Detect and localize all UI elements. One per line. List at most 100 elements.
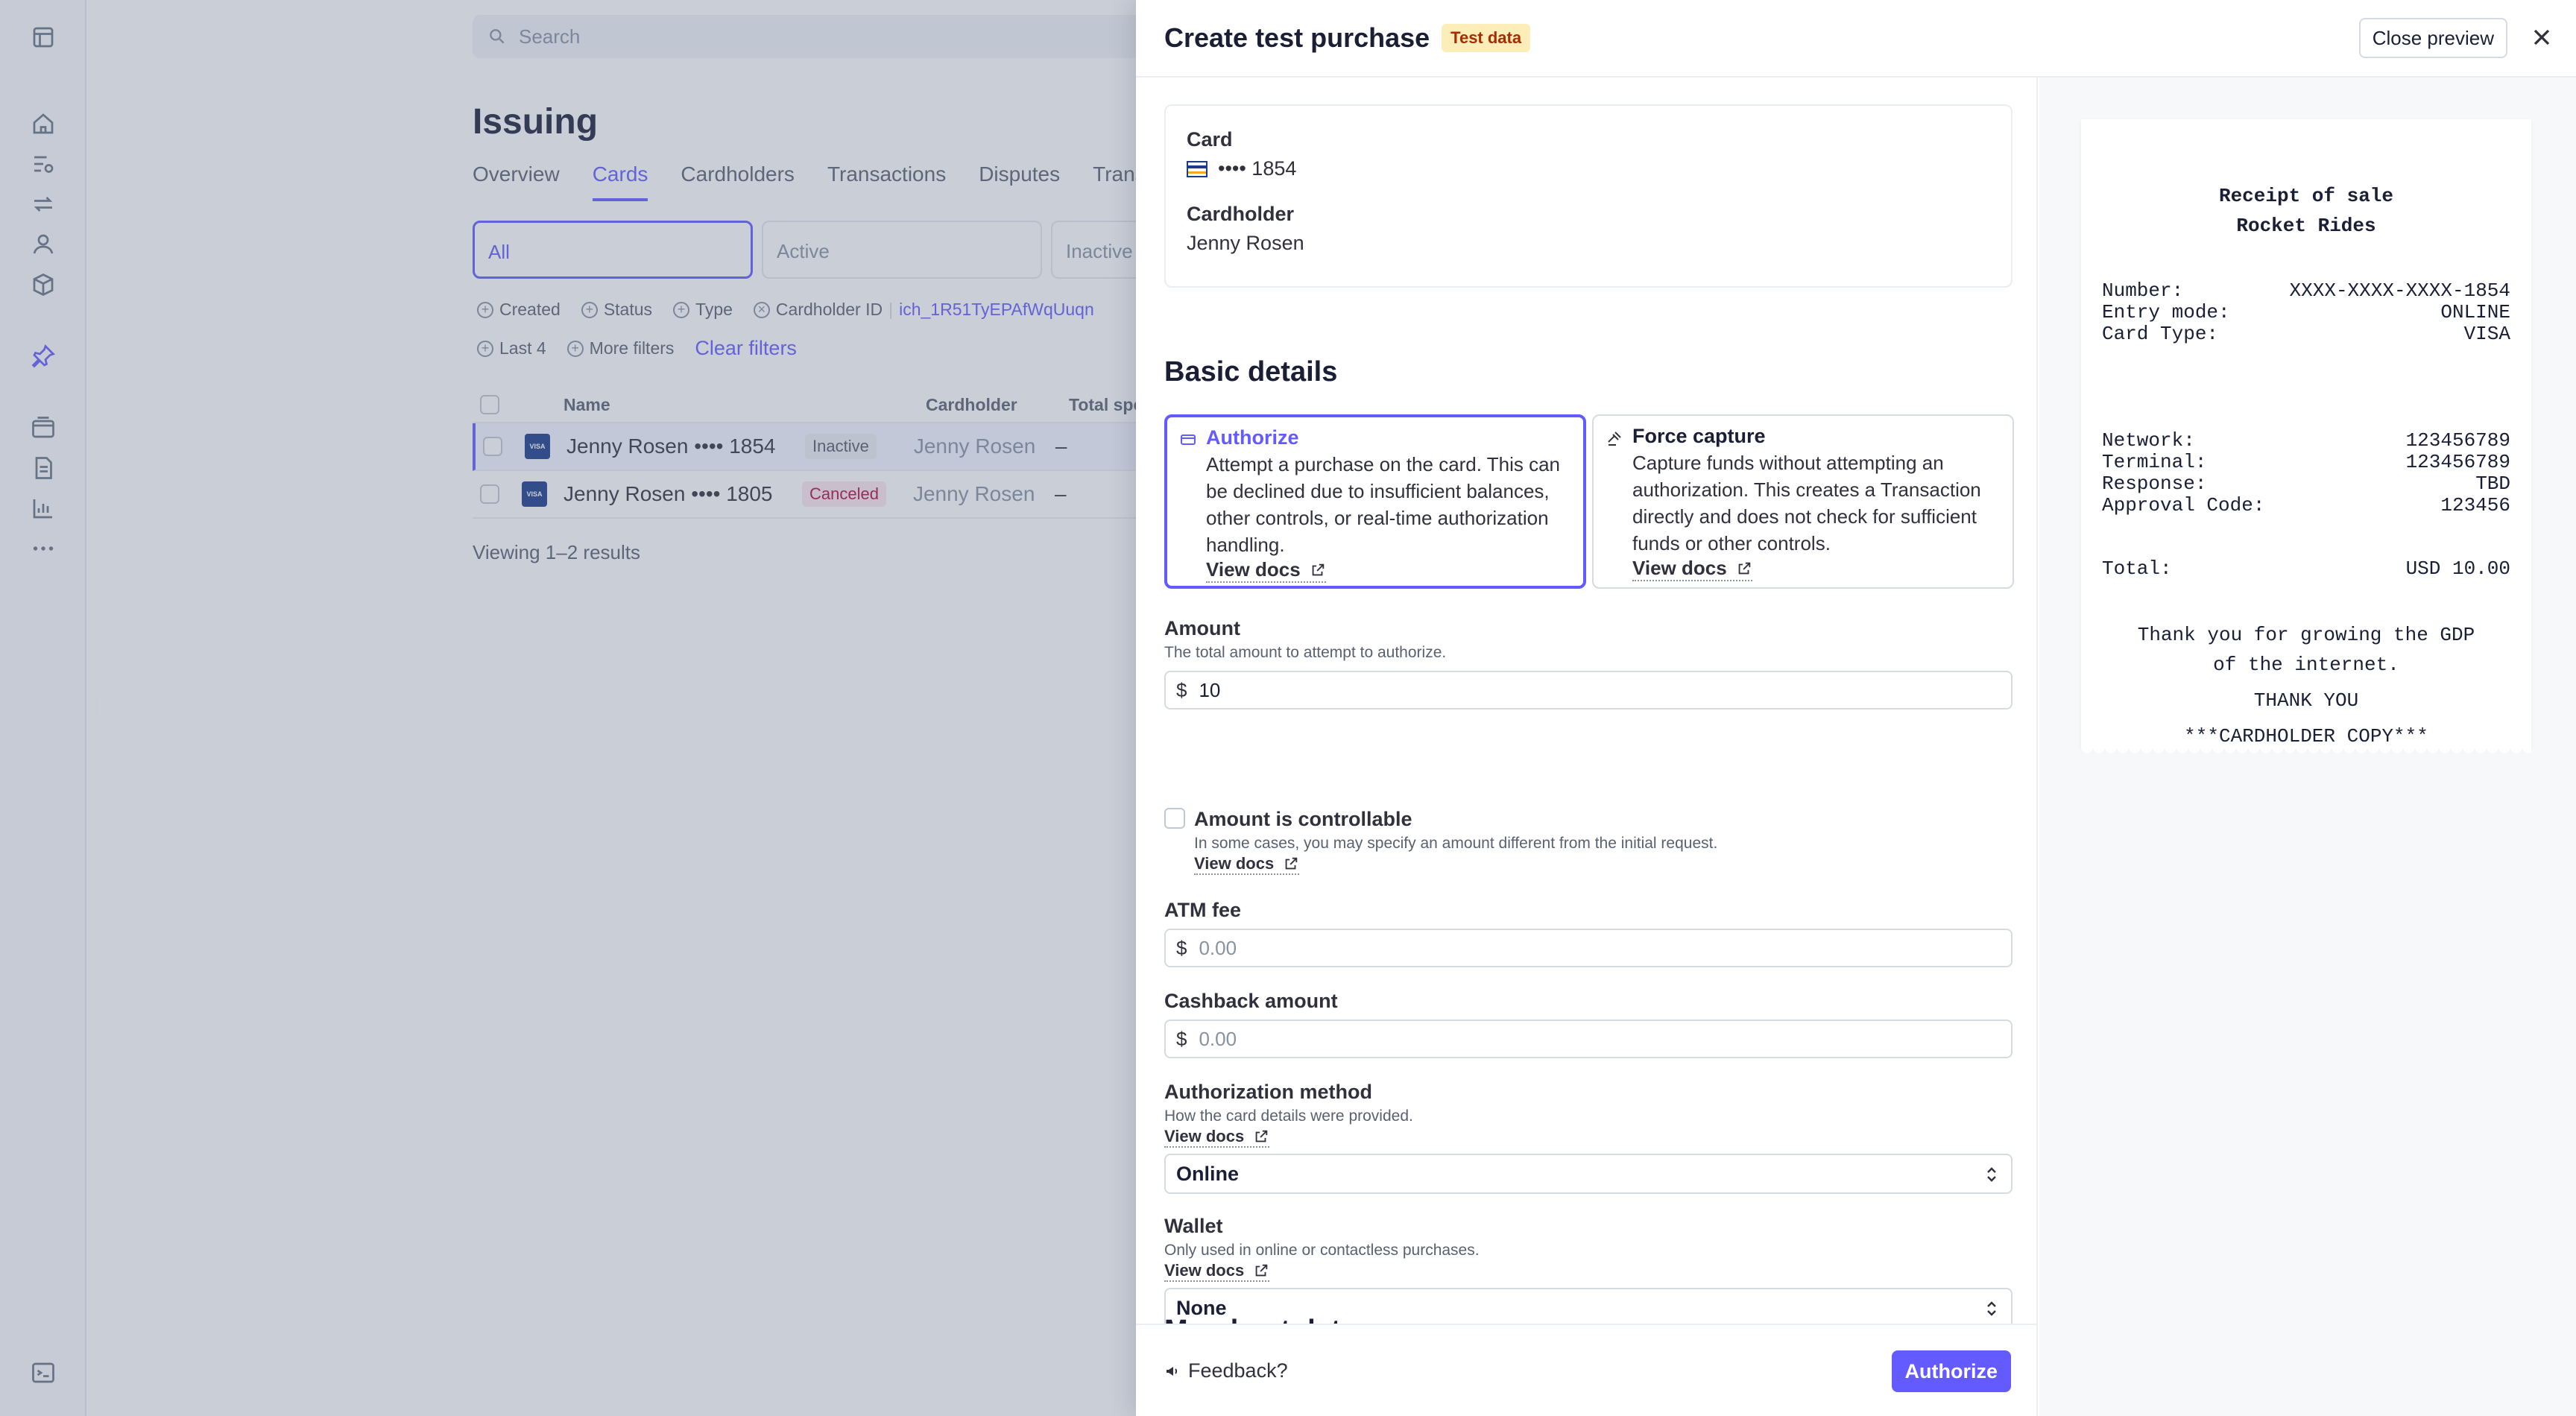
- receipt-card-section: Number: XXXX-XXXX-XXXX-1854 Entry mode: ON…: [2081, 280, 2531, 345]
- test-data-badge: Test data: [1442, 24, 1531, 52]
- receipt-row: Terminal: 123456789: [2081, 452, 2531, 473]
- receipt-value: XXXX-XXXX-XXXX-1854: [2289, 279, 2510, 302]
- link-label: View docs: [1206, 558, 1301, 581]
- feedback-label: Feedback?: [1188, 1359, 1288, 1382]
- cashback-label: Cashback amount: [1164, 990, 1338, 1012]
- receipt-key: Approval Code:: [2102, 494, 2265, 516]
- chevron-updown-icon: [1983, 1165, 2001, 1184]
- view-docs-link[interactable]: View docs: [1632, 557, 1752, 581]
- receipt-key: Response:: [2102, 472, 2207, 495]
- card-summary: Card •••• 1854 Cardholder Jenny Rosen: [1164, 104, 2012, 288]
- option-description: Attempt a purchase on the card. This can…: [1206, 453, 1561, 556]
- link-label: View docs: [1632, 557, 1727, 579]
- cardholder-label: Cardholder: [1187, 203, 1295, 225]
- auth-method-label: Authorization method: [1164, 1081, 1372, 1103]
- receipt-value: 123456: [2440, 494, 2510, 516]
- atm-fee-input[interactable]: [1199, 936, 2001, 960]
- receipt-value: 123456789: [2405, 429, 2510, 452]
- amount-controllable-checkbox[interactable]: [1164, 808, 1185, 829]
- receipt-thanks-line: Thank you for growing the GDP: [2137, 624, 2475, 646]
- card-label: Card: [1187, 128, 1233, 151]
- atm-fee-field[interactable]: $: [1164, 929, 2012, 967]
- receipt-row: Card Type: VISA: [2081, 323, 2531, 345]
- select-value: Online: [1176, 1162, 1240, 1185]
- receipt-total-row: Total: USD 10.00: [2081, 558, 2531, 580]
- amount-input[interactable]: [1199, 678, 2001, 702]
- receipt-merchant: Rocket Rides: [2236, 215, 2376, 237]
- amount-help: The total amount to attempt to authorize…: [1164, 644, 1447, 661]
- card-value: •••• 1854: [1218, 157, 1297, 180]
- drawer-title: Create test purchase: [1164, 22, 1430, 53]
- chevron-updown-icon: [1983, 1299, 2001, 1318]
- create-test-purchase-drawer: Create test purchase Test data Close pre…: [1136, 0, 2576, 1416]
- receipt-thanks-line: of the internet.: [2213, 654, 2399, 676]
- receipt-thank-you: THANK YOU: [2253, 689, 2359, 712]
- view-docs-link[interactable]: View docs: [1164, 1261, 1270, 1282]
- merchant-data-heading: Merchant data: [1164, 1315, 1357, 1324]
- view-docs-link[interactable]: View docs: [1206, 558, 1326, 583]
- receipt-value: VISA: [2463, 323, 2510, 345]
- receipt-row: Entry mode: ONLINE: [2081, 302, 2531, 323]
- receipt-key: Terminal:: [2102, 451, 2207, 473]
- basic-details-heading: Basic details: [1164, 356, 1338, 388]
- receipt-key: Number:: [2102, 279, 2184, 302]
- receipt-network-section: Network: 123456789 Terminal: 123456789 Res…: [2081, 430, 2531, 516]
- receipt-preview-pane: Receipt of sale Rocket Rides Number: XXXX…: [2039, 78, 2576, 1416]
- option-authorize[interactable]: Authorize Attempt a purchase on the card…: [1164, 414, 1586, 589]
- option-force-capture[interactable]: Force capture Capture funds without atte…: [1592, 414, 2014, 589]
- option-description: Capture funds without attempting an auth…: [1632, 452, 1981, 554]
- receipt-key: Total:: [2102, 557, 2172, 580]
- link-label: View docs: [1164, 1261, 1245, 1280]
- receipt-row: Network: 123456789: [2081, 430, 2531, 452]
- auth-method-help: How the card details were provided.: [1164, 1107, 1413, 1125]
- close-icon[interactable]: [2528, 24, 2555, 51]
- receipt-footer: Thank you for growing the GDP of the int…: [2081, 620, 2531, 751]
- modal-backdrop[interactable]: [0, 0, 1136, 1416]
- view-docs-link[interactable]: View docs: [1194, 854, 1300, 875]
- receipt-row: Response: TBD: [2081, 473, 2531, 495]
- drawer-header: Create test purchase Test data Close pre…: [1136, 0, 2576, 78]
- receipt-value: TBD: [2475, 472, 2510, 495]
- amount-controllable-label: Amount is controllable: [1194, 808, 1412, 830]
- receipt-key: Network:: [2102, 429, 2195, 452]
- authorize-button[interactable]: Authorize: [1891, 1350, 2011, 1392]
- feedback-link[interactable]: Feedback?: [1164, 1359, 1288, 1382]
- megaphone-icon: [1167, 1366, 1178, 1376]
- currency-symbol: $: [1176, 936, 1187, 959]
- atm-fee-label: ATM fee: [1164, 899, 1242, 921]
- receipt-value: 123456789: [2405, 451, 2510, 473]
- link-label: View docs: [1194, 854, 1275, 873]
- receipt-key: Card Type:: [2102, 323, 2219, 345]
- external-link-icon: [1255, 1130, 1268, 1142]
- amount-controllable-help: In some cases, you may specify an amount…: [1194, 835, 1718, 852]
- receipt-value: USD 10.00: [2405, 557, 2510, 580]
- wallet-label: Wallet: [1164, 1215, 1223, 1237]
- card-icon: [1187, 160, 1208, 177]
- close-preview-button[interactable]: Close preview: [2358, 18, 2507, 58]
- external-link-icon: [1255, 1264, 1268, 1277]
- currency-symbol: $: [1176, 1027, 1187, 1050]
- receipt-title: Receipt of sale: [2218, 185, 2394, 207]
- resize-handle[interactable]: [95, 693, 97, 718]
- auth-method-select[interactable]: Online: [1164, 1154, 2012, 1194]
- receipt-value: ONLINE: [2440, 301, 2510, 323]
- card-outline-icon: [1179, 431, 1197, 449]
- option-title: Force capture: [1632, 425, 1766, 447]
- cardholder-value: Jenny Rosen: [1187, 232, 1304, 254]
- gavel-icon: [1606, 429, 1623, 447]
- option-title: Authorize: [1206, 426, 1299, 449]
- receipt-row: Number: XXXX-XXXX-XXXX-1854: [2081, 280, 2531, 302]
- amount-label: Amount: [1164, 617, 1240, 639]
- receipt: Receipt of sale Rocket Rides Number: XXXX…: [2081, 119, 2531, 756]
- view-docs-link[interactable]: View docs: [1164, 1127, 1270, 1148]
- external-link-icon: [1312, 563, 1324, 575]
- currency-symbol: $: [1176, 678, 1187, 701]
- receipt-key: Entry mode:: [2102, 301, 2230, 323]
- wallet-help: Only used in online or contactless purch…: [1164, 1242, 1480, 1259]
- cashback-input[interactable]: [1199, 1027, 2001, 1051]
- amount-field[interactable]: $: [1164, 671, 2012, 709]
- receipt-row: Approval Code: 123456: [2081, 495, 2531, 516]
- cashback-field[interactable]: $: [1164, 1020, 2012, 1058]
- external-link-icon: [1285, 857, 1298, 870]
- purchase-form: Card •••• 1854 Cardholder Jenny Rosen Ba…: [1136, 78, 2038, 1324]
